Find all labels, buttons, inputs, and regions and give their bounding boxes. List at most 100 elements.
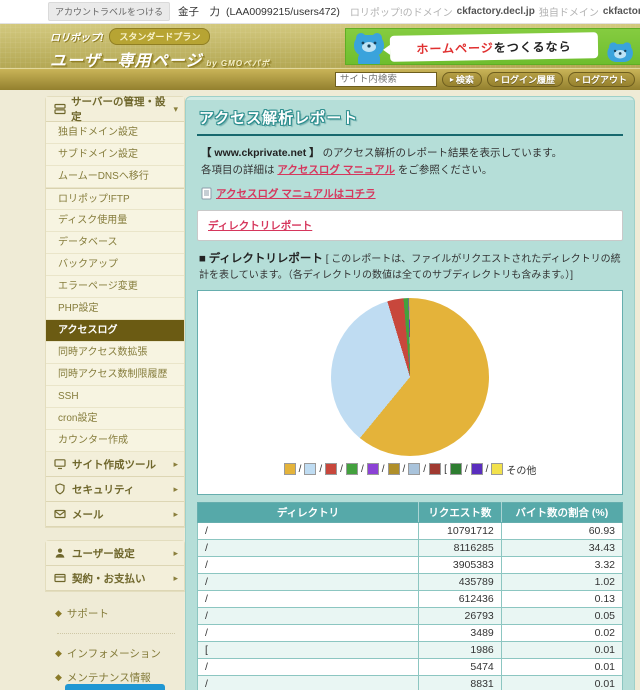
legend-item: [ [429,463,447,475]
sidebar-item[interactable]: サブドメイン設定 [46,144,184,166]
column-header-bytes-pct: バイト数の割合 (%) [501,502,622,522]
directory-table: ディレクトリ リクエスト数 バイト数の割合 (%) /1079171260.93… [197,502,623,690]
sidebar-item[interactable]: バックアップ [46,254,184,276]
sidebar-section-label: サーバーの管理・設定 [71,94,168,124]
server-icon [54,103,66,115]
sidebar-promo-banner[interactable] [65,684,165,690]
sidebar-section-mail[interactable]: メール ▸ [46,502,184,527]
banner-speech-bubble: ホームページをつくるなら [390,32,598,62]
table-row: /6124360.13 [198,590,623,607]
manual-link[interactable]: アクセスログ マニュアル [277,164,395,176]
chevron-right-icon: ▸ [173,484,178,495]
intro-line1: のアクセス解析のレポート結果を表示しています。 [320,147,563,159]
legend-label: [ [444,464,447,475]
cell-requests: 26793 [419,607,502,624]
legend-swatch [471,463,483,475]
account-label-button[interactable]: アカウントラベルをつける [48,2,170,21]
banner-text-rest: をつくるなら [494,37,572,55]
sidebar-account-box: ユーザー設定 ▸ 契約・お支払い ▸ [45,540,185,592]
sidebar-item[interactable]: ロリポップ!FTP [46,188,184,210]
person-icon [54,547,67,559]
support-link[interactable]: ◆ サポート [55,606,185,621]
legend-swatch [346,463,358,475]
brand-logo: ロリポップ! [50,29,103,44]
legend-item: その他 [491,462,536,477]
directory-report-link[interactable]: ディレクトリレポート [208,220,312,232]
cell-directory: / [198,590,419,607]
sidebar-section-label: メール [72,507,104,522]
cell-directory: / [198,607,419,624]
sidebar-gap [45,528,185,540]
cell-directory: / [198,624,419,641]
cell-requests: 3489 [419,624,502,641]
maintenance-link[interactable]: ◆ メンテナンス情報 [55,670,185,685]
page-title: アクセス解析レポート [199,107,623,128]
cell-directory: / [198,658,419,675]
chevron-right-icon: ▸ [173,573,178,584]
triangle-icon: ▸ [450,75,454,84]
search-button[interactable]: ▸ 検索 [442,72,482,87]
sidebar-item[interactable]: PHP設定 [46,298,184,320]
diamond-bullet-icon: ◆ [55,608,62,619]
legend-label: / [403,464,406,475]
sidebar-item[interactable]: SSH [46,386,184,408]
legend-swatch [284,463,296,475]
sidebar-item-access-log[interactable]: アクセスログ [46,320,184,342]
information-link[interactable]: ◆ インフォメーション [55,646,185,661]
intro-text: 【 www.ckprivate.net 】 のアクセス解析のレポート結果を表示し… [201,145,623,179]
cell-requests: 10791712 [419,522,502,539]
search-toolbar: ▸ 検索 ▸ ログイン履歴 ▸ ログアウト [0,68,640,90]
login-history-button[interactable]: ▸ ログイン履歴 [487,72,563,87]
cell-requests: 1986 [419,641,502,658]
sidebar-section-server-settings[interactable]: サーバーの管理・設定 ▾ [46,97,184,122]
cell-bytes-pct: 0.13 [501,590,622,607]
legend-swatch [491,463,503,475]
promo-banner[interactable]: ホームページをつくるなら [345,28,640,65]
sidebar-item[interactable]: ムームーDNSへ移行 [46,166,184,188]
cell-bytes-pct: 34.43 [501,539,622,556]
sidebar-section-security[interactable]: セキュリティ ▸ [46,477,184,502]
legend-item: / [450,463,468,475]
bear-mascot-icon [604,40,638,65]
table-header-row: ディレクトリ リクエスト数 バイト数の割合 (%) [198,502,623,522]
sidebar-item[interactable]: ディスク使用量 [46,210,184,232]
cell-requests: 8116285 [419,539,502,556]
sidebar-item[interactable]: cron設定 [46,408,184,430]
legend-item: / [304,463,322,475]
sidebar-section-site-tools[interactable]: サイト作成ツール ▸ [46,452,184,477]
cell-bytes-pct: 0.05 [501,607,622,624]
triangle-icon: ▸ [495,75,499,84]
sidebar-item[interactable]: 同時アクセス数拡張 [46,342,184,364]
legend-label: その他 [506,462,536,477]
cell-requests: 435789 [419,573,502,590]
legend-swatch [408,463,420,475]
manual-link-here[interactable]: アクセスログ マニュアルはコチラ [216,186,376,201]
lolipop-domain-label: ロリポップ!のドメイン [350,4,453,19]
sidebar-item[interactable]: エラーページ変更 [46,276,184,298]
sidebar-section-billing[interactable]: 契約・お支払い ▸ [46,566,184,591]
logo-block[interactable]: ロリポップ! スタンダードプラン ユーザー専用ページby GMOペパボ [50,28,270,71]
account-user-id: (LAA0099215/users472) [226,6,340,18]
own-domain-label: 独自ドメイン [539,4,599,19]
diamond-bullet-icon: ◆ [55,648,62,659]
credit-card-icon [54,572,67,584]
site-search-input[interactable] [335,72,437,87]
chart-legend: / / / / / / / [ / / その他 [198,462,622,477]
logout-button[interactable]: ▸ ログアウト [568,72,635,87]
plan-badge: スタンダードプラン [109,28,210,45]
table-row: /1079171260.93 [198,522,623,539]
legend-label: / [361,464,364,475]
pie-chart-box: / / / / / / / [ / / その他 [197,290,623,495]
sidebar-item[interactable]: 独自ドメイン設定 [46,122,184,144]
legend-item: / [471,463,489,475]
table-row: /811628534.43 [198,539,623,556]
sidebar-item[interactable]: カウンター作成 [46,430,184,452]
cell-directory: / [198,573,419,590]
site-name: 【 www.ckprivate.net 】 [201,147,320,159]
login-history-label: ログイン履歴 [501,73,555,86]
sidebar-section-user-settings[interactable]: ユーザー設定 ▸ [46,541,184,566]
sidebar-item[interactable]: 同時アクセス数制限履歴 [46,364,184,386]
lolipop-domain-value: ckfactory.decl.jp [457,6,535,17]
sidebar-item[interactable]: データベース [46,232,184,254]
cell-directory: [ [198,641,419,658]
